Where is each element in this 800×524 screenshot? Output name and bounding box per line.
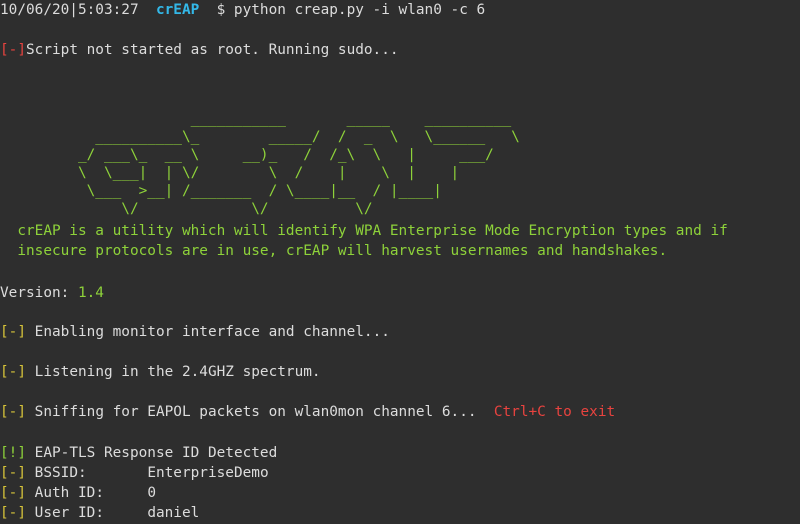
status-listening-line: [-] Listening in the 2.4GHZ spectrum. xyxy=(0,362,321,382)
prompt-app-name: crEAP xyxy=(155,2,200,18)
field-tag: [-] xyxy=(0,465,26,481)
version-line: Version: 1.4 xyxy=(0,283,104,303)
field-tag: [-] xyxy=(0,485,26,501)
auth-id-line: [-] Auth ID: 0 xyxy=(0,483,156,503)
warning-tag: [-] xyxy=(0,42,26,58)
terminal-window[interactable]: 10/06/20|5:03:27 crEAP $ python creap.py… xyxy=(0,0,800,524)
description-line-1: crEAP is a utility which will identify W… xyxy=(0,223,728,239)
ascii-art-banner: ___________ _____ __________ __________\… xyxy=(77,111,520,217)
field-tag: [-] xyxy=(0,505,26,521)
description-line-2: insecure protocols are in use, crEAP wil… xyxy=(0,243,668,259)
user-id-label: User ID: xyxy=(34,505,148,521)
command-prompt-line: 10/06/20|5:03:27 crEAP $ python creap.py… xyxy=(0,0,485,20)
exit-hint: Ctrl+C to exit xyxy=(493,404,616,420)
user-id-value: daniel xyxy=(147,505,200,521)
user-id-line: [-] User ID: daniel xyxy=(0,503,199,523)
status-tag: [-] xyxy=(0,324,26,340)
auth-id-label: Auth ID: xyxy=(34,485,148,501)
version-value: 1.4 xyxy=(77,285,104,301)
detection-header-line: [!] EAP-TLS Response ID Detected xyxy=(0,443,277,463)
status-monitor-line: [-] Enabling monitor interface and chann… xyxy=(0,322,390,342)
status-tag: [-] xyxy=(0,364,26,380)
status-text: Listening in the 2.4GHZ spectrum. xyxy=(34,364,321,380)
status-text: Enabling monitor interface and channel..… xyxy=(34,324,390,340)
bssid-line: [-] BSSID: EnterpriseDemo xyxy=(0,463,269,483)
root-warning-line: [-]Script not started as root. Running s… xyxy=(0,40,399,60)
prompt-datetime: 10/06/20|5:03:27 xyxy=(0,2,139,18)
detection-header-text: EAP-TLS Response ID Detected xyxy=(34,445,278,461)
auth-id-value: 0 xyxy=(147,485,156,501)
warning-text: Script not started as root. Running sudo… xyxy=(26,42,399,58)
bssid-value: EnterpriseDemo xyxy=(147,465,269,481)
prompt-command: $ python creap.py -i wlan0 -c 6 xyxy=(216,2,486,18)
status-tag: [-] xyxy=(0,404,26,420)
detection-tag: [!] xyxy=(0,445,26,461)
status-sniffing-line: [-] Sniffing for EAPOL packets on wlan0m… xyxy=(0,402,615,422)
version-label: Version: xyxy=(0,285,78,301)
bssid-label: BSSID: xyxy=(34,465,148,481)
status-text: Sniffing for EAPOL packets on wlan0mon c… xyxy=(34,404,494,420)
